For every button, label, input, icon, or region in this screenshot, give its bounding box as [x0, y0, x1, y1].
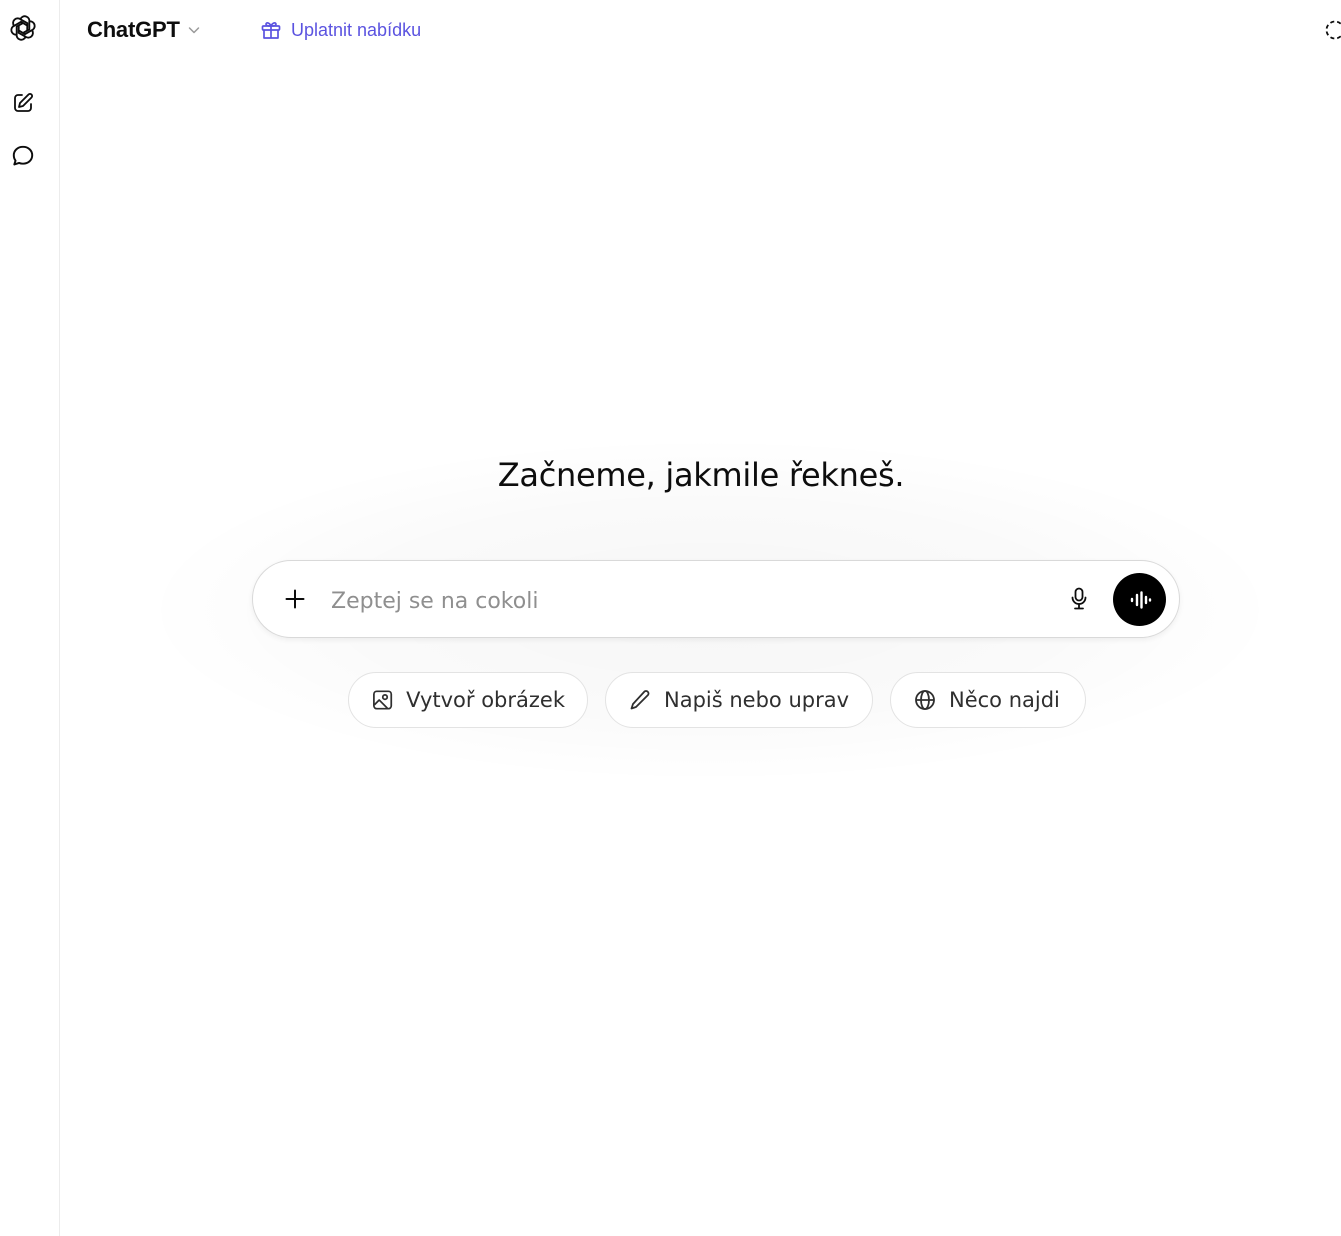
header: ChatGPT Uplatnit nabídku [61, 0, 1341, 60]
sidebar [0, 0, 60, 1236]
composer [252, 560, 1180, 638]
model-name: ChatGPT [87, 17, 180, 42]
suggestion-label: Něco najdi [949, 688, 1060, 712]
suggestion-write-edit[interactable]: Napiš nebo uprav [605, 672, 873, 728]
dictate-button[interactable] [1063, 583, 1095, 615]
suggestion-create-image[interactable]: Vytvoř obrázek [348, 672, 588, 728]
model-switcher[interactable]: ChatGPT [87, 14, 202, 46]
globe-icon [915, 690, 935, 710]
new-chat-icon [14, 93, 33, 112]
chat-bubble-icon [12, 145, 34, 166]
redeem-offer-link[interactable]: Uplatnit nabídku [259, 14, 421, 46]
image-icon [373, 690, 393, 710]
attach-button[interactable] [279, 583, 311, 615]
gift-icon [261, 22, 281, 39]
temporary-chat-icon[interactable] [1323, 18, 1341, 42]
suggestion-label: Napiš nebo uprav [664, 688, 850, 712]
page-title: Začneme, jakmile řekneš. [497, 456, 905, 494]
offer-label: Uplatnit nabídku [291, 19, 422, 40]
voice-mode-button[interactable] [1113, 573, 1166, 626]
openai-logo-button[interactable] [6, 11, 40, 45]
microphone-icon [1071, 587, 1087, 610]
openai-logo-icon [10, 15, 36, 41]
suggestion-label: Vytvoř obrázek [406, 688, 565, 712]
chevron-down-icon [188, 27, 199, 34]
suggestion-search[interactable]: Něco najdi [890, 672, 1086, 728]
plus-icon [285, 589, 305, 609]
new-chat-button[interactable] [6, 86, 40, 120]
prompt-input[interactable] [329, 581, 1033, 621]
voice-waveform-icon [1130, 590, 1151, 609]
chats-button[interactable] [6, 139, 40, 173]
pencil-icon [630, 690, 650, 710]
